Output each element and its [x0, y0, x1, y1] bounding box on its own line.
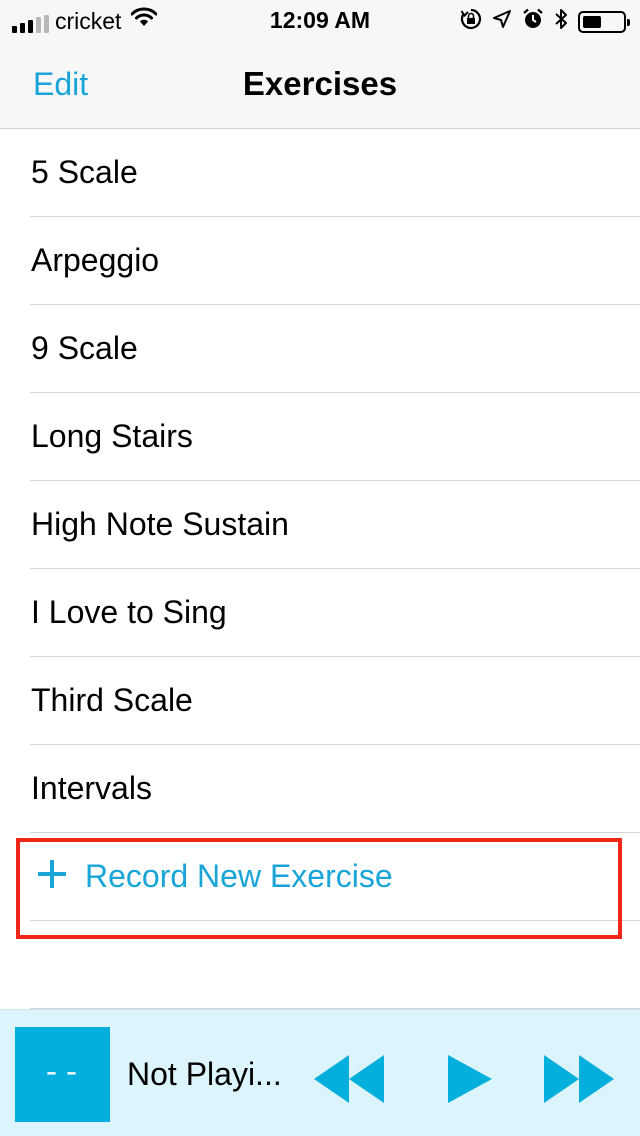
list-item[interactable]: 5 Scale: [0, 129, 640, 217]
record-new-exercise-button[interactable]: Record New Exercise: [0, 833, 640, 921]
exercise-label: I Love to Sing: [31, 594, 227, 630]
plus-icon: [38, 860, 66, 888]
record-new-exercise-label: Record New Exercise: [85, 858, 393, 894]
battery-icon: [578, 10, 630, 33]
list-item[interactable]: Arpeggio: [0, 217, 640, 305]
status-bar: cricket 12:09 AM: [0, 0, 640, 40]
navigation-bar: Edit Exercises: [0, 40, 640, 129]
list-item[interactable]: 9 Scale: [0, 305, 640, 393]
play-icon[interactable]: [447, 1054, 493, 1104]
orientation-lock-icon: [460, 8, 482, 35]
bluetooth-icon: [554, 8, 568, 35]
exercise-label: High Note Sustain: [31, 506, 289, 542]
status-right: [460, 8, 630, 35]
exercise-list: 5 Scale Arpeggio 9 Scale Long Stairs Hig…: [0, 129, 640, 833]
rewind-icon[interactable]: [313, 1054, 385, 1104]
exercise-label: Long Stairs: [31, 418, 193, 454]
player-bar: -- Not Playi...: [0, 1009, 640, 1136]
exercise-label: 9 Scale: [31, 330, 138, 366]
exercise-label: Intervals: [31, 770, 152, 806]
list-item[interactable]: Third Scale: [0, 657, 640, 745]
location-icon: [492, 9, 512, 34]
fast-forward-icon[interactable]: [543, 1054, 615, 1104]
list-item[interactable]: Long Stairs: [0, 393, 640, 481]
list-item[interactable]: High Note Sustain: [0, 481, 640, 569]
alarm-icon: [522, 8, 544, 35]
exercise-label: 5 Scale: [31, 154, 138, 190]
exercise-label: Arpeggio: [31, 242, 160, 278]
exercise-label: Third Scale: [31, 682, 193, 718]
list-item[interactable]: Intervals: [0, 745, 640, 833]
app: cricket 12:09 AM Edit Exercises 5 Scale …: [0, 0, 640, 1136]
now-playing-title: Not Playi...: [127, 1056, 282, 1092]
player-artwork[interactable]: --: [15, 1027, 110, 1122]
list-item[interactable]: I Love to Sing: [0, 569, 640, 657]
page-title: Exercises: [242, 65, 398, 102]
